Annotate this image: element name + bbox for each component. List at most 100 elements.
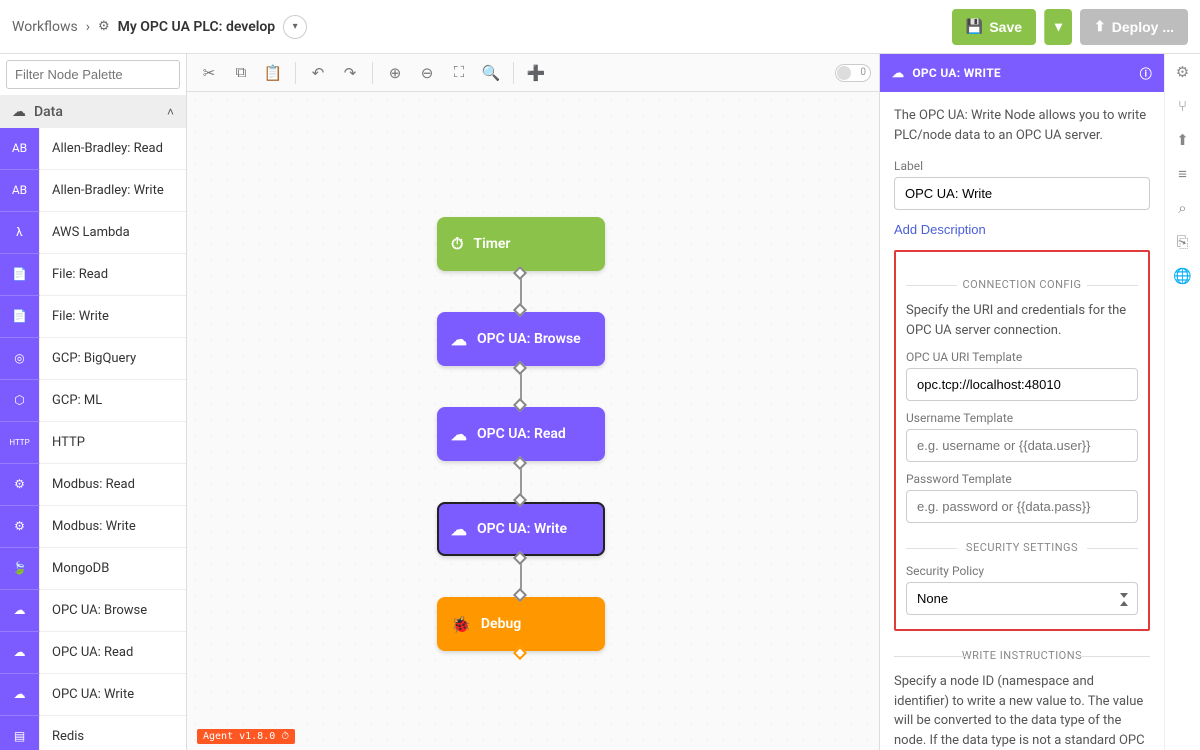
uri-caption: OPC UA URI Template — [906, 350, 1138, 364]
right-tab-rail: ⚙ ⑂ ⬆ ≡ ⌕ ⎘ 🌐 — [1164, 54, 1200, 750]
output-port[interactable] — [513, 266, 527, 280]
rail-tab[interactable]: ≡ — [1173, 164, 1193, 184]
palette-list: ABAllen-Bradley: ReadABAllen-Bradley: Wr… — [0, 128, 186, 750]
palette-item[interactable]: ◎GCP: BigQuery — [0, 338, 186, 380]
label-caption: Label — [894, 159, 1150, 173]
output-port[interactable] — [513, 456, 527, 470]
palette-item[interactable]: ☁OPC UA: Read — [0, 632, 186, 674]
palette-item[interactable]: 🍃MongoDB — [0, 548, 186, 590]
section-security: SECURITY SETTINGS — [906, 541, 1138, 554]
palette-item-icon: λ — [0, 212, 40, 254]
palette-item[interactable]: ABAllen-Bradley: Write — [0, 170, 186, 212]
breadcrumb-title[interactable]: My OPC UA PLC: develop — [118, 19, 276, 35]
palette-item[interactable]: 📄File: Write — [0, 296, 186, 338]
palette-group-data[interactable]: ☁ Data ˄ — [0, 96, 186, 128]
canvas-toolbar: ✂ ⧉ 📋 ↶ ↷ ⊕ ⊖ ⛶ 🔍 ➕ — [187, 54, 879, 92]
live-toggle[interactable] — [835, 64, 871, 82]
workflow-canvas[interactable]: Agent v1.8.0 ⏱ ⏱ Timer ☁ OPC UA: Browse ☁OPC… — [187, 92, 879, 750]
workflow-node[interactable]: 🐞Debug — [437, 597, 605, 651]
add-description-link[interactable]: Add Description — [894, 222, 986, 237]
rail-tab[interactable]: ⎘ — [1173, 232, 1193, 252]
rail-tab[interactable]: ⚙ — [1173, 62, 1193, 82]
section-connection: CONNECTION CONFIG — [906, 278, 1138, 291]
help-icon[interactable]: ⓘ — [1140, 65, 1152, 82]
paste-button[interactable]: 📋 — [259, 59, 287, 87]
save-dropdown[interactable]: ▾ — [1044, 9, 1072, 45]
username-caption: Username Template — [906, 411, 1138, 425]
save-button[interactable]: 💾 Save — [952, 9, 1036, 45]
workflow-node[interactable]: ☁OPC UA: Write — [437, 502, 605, 556]
input-port[interactable] — [513, 398, 527, 412]
rail-tab[interactable]: ⑂ — [1173, 96, 1193, 116]
agent-badge: Agent v1.8.0 ⏱ — [197, 729, 295, 744]
palette-item-icon: ▤ — [0, 716, 40, 750]
palette-item-label: OPC UA: Browse — [40, 603, 147, 618]
node-icon: ☁ — [451, 520, 467, 539]
topbar: Workflows › ⚙ My OPC UA PLC: develop ▾ 💾… — [0, 0, 1200, 54]
connection-config-box: CONNECTION CONFIG Specify the URI and cr… — [894, 250, 1150, 631]
palette-item-icon: 🍃 — [0, 548, 40, 590]
output-port[interactable] — [513, 551, 527, 565]
workflow-node[interactable]: ☁OPC UA: Read — [437, 407, 605, 461]
node-palette: ☁ Data ˄ ABAllen-Bradley: ReadABAllen-Br… — [0, 54, 187, 750]
palette-item[interactable]: λAWS Lambda — [0, 212, 186, 254]
palette-item[interactable]: ⬡GCP: ML — [0, 380, 186, 422]
palette-item[interactable]: ⚙Modbus: Read — [0, 464, 186, 506]
input-port[interactable] — [513, 493, 527, 507]
palette-item-label: Allen-Bradley: Read — [40, 141, 163, 156]
save-icon: 💾 — [966, 18, 983, 35]
security-policy-select[interactable]: None — [906, 582, 1138, 615]
security-caption: Security Policy — [906, 564, 1138, 578]
workflow-node[interactable]: ⏱ Timer — [437, 217, 605, 271]
palette-item-label: MongoDB — [40, 561, 109, 576]
copy-button[interactable]: ⧉ — [227, 59, 255, 87]
palette-item[interactable]: ☁OPC UA: Browse — [0, 590, 186, 632]
palette-item[interactable]: ▤Redis — [0, 716, 186, 750]
output-port[interactable] — [513, 361, 527, 375]
palette-item-label: OPC UA: Write — [40, 687, 134, 702]
workflow-node[interactable]: ☁ OPC UA: Browse — [437, 312, 605, 366]
palette-item[interactable]: 📄File: Read — [0, 254, 186, 296]
rail-tab[interactable]: ⌕ — [1173, 198, 1193, 218]
zoom-in-button[interactable]: ⊕ — [381, 59, 409, 87]
palette-item[interactable]: ABAllen-Bradley: Read — [0, 128, 186, 170]
rail-tab[interactable]: 🌐 — [1173, 266, 1193, 286]
deploy-button[interactable]: ⬆ Deploy ... — [1080, 9, 1188, 45]
properties-panel: ☁ OPC UA: WRITE ⓘ The OPC UA: Write Node… — [879, 54, 1164, 750]
palette-item[interactable]: ⚙Modbus: Write — [0, 506, 186, 548]
uri-input[interactable] — [906, 368, 1138, 401]
palette-item[interactable]: HTTPHTTP — [0, 422, 186, 464]
search-button[interactable]: 🔍 — [477, 59, 505, 87]
node-icon: ☁ — [451, 425, 467, 444]
palette-item[interactable]: ☁OPC UA: Write — [0, 674, 186, 716]
zoom-out-button[interactable]: ⊖ — [413, 59, 441, 87]
palette-item-icon: ⚙ — [0, 506, 40, 548]
palette-item-icon: HTTP — [0, 422, 40, 464]
undo-button[interactable]: ↶ — [304, 59, 332, 87]
cut-button[interactable]: ✂ — [195, 59, 223, 87]
palette-filter-input[interactable] — [6, 60, 180, 89]
output-port[interactable] — [513, 646, 527, 660]
breadcrumb-root[interactable]: Workflows — [12, 19, 78, 35]
input-port[interactable] — [513, 588, 527, 602]
node-icon: ⏱ — [451, 234, 463, 254]
node-icon: ☁ — [451, 330, 467, 349]
fit-button[interactable]: ⛶ — [445, 59, 473, 87]
input-port[interactable] — [513, 303, 527, 317]
node-label: OPC UA: Browse — [477, 331, 581, 347]
upload-icon: ⬆ — [1094, 18, 1106, 35]
breadcrumb-separator: › — [86, 19, 90, 35]
node-icon: 🐞 — [451, 615, 471, 634]
node-label: Timer — [473, 236, 510, 252]
section-write: WRITE INSTRUCTIONS — [894, 649, 1150, 662]
password-input[interactable] — [906, 490, 1138, 523]
breadcrumb-dropdown[interactable]: ▾ — [283, 15, 307, 39]
rail-tab[interactable]: ⬆ — [1173, 130, 1193, 150]
deploy-label: Deploy ... — [1112, 19, 1174, 35]
redo-button[interactable]: ↷ — [336, 59, 364, 87]
palette-item-icon: AB — [0, 170, 40, 212]
palette-item-icon: AB — [0, 128, 40, 170]
add-button[interactable]: ➕ — [522, 59, 550, 87]
label-input[interactable] — [894, 177, 1150, 210]
username-input[interactable] — [906, 429, 1138, 462]
